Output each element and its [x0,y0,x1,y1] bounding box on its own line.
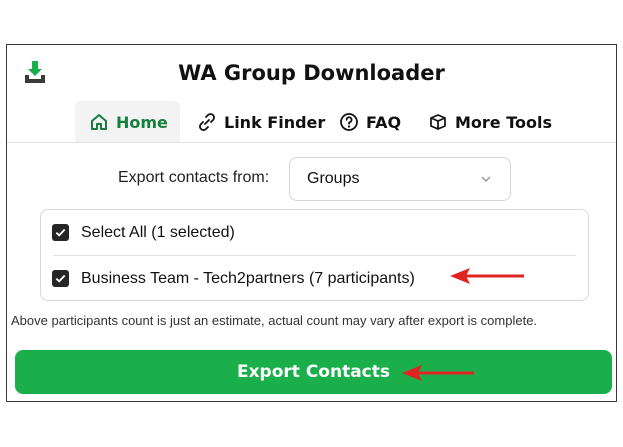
check-icon [55,228,66,237]
export-source-select[interactable]: Groups [289,157,511,201]
tab-label: Home [116,112,168,132]
tab-link-finder[interactable]: Link Finder [197,101,325,143]
tab-label: Link Finder [224,112,326,132]
export-source-row: Export contacts from: Groups [7,157,616,201]
tab-more-tools[interactable]: More Tools [428,101,552,143]
tab-home[interactable]: Home [75,101,180,143]
select-all-label: Select All (1 selected) [81,223,235,241]
select-all-checkbox[interactable] [52,224,69,241]
tab-faq[interactable]: FAQ [339,101,401,143]
tab-divider [7,142,616,143]
box-icon [428,112,448,132]
export-source-value: Groups [307,170,360,187]
check-icon [55,274,66,283]
help-circle-icon [339,112,359,132]
tab-label: FAQ [366,112,402,132]
link-icon [197,112,217,132]
chevron-down-icon [481,176,491,183]
estimate-note: Above participants count is just an esti… [11,313,538,328]
home-icon [89,112,109,132]
group-checkbox[interactable] [52,270,69,287]
annotation-arrow-icon [402,365,474,381]
extension-panel: WA Group Downloader Home Link Finder FAQ… [6,44,617,402]
export-contacts-button[interactable]: Export Contacts [15,350,612,394]
annotation-arrow-icon [450,268,524,284]
group-label: Business Team - Tech2partners (7 partici… [81,269,415,287]
tab-label: More Tools [455,112,553,132]
app-title: WA Group Downloader [178,61,445,85]
select-all-row[interactable]: Select All (1 selected) [41,210,588,255]
export-source-label: Export contacts from: [118,169,270,186]
header: WA Group Downloader [7,45,616,103]
